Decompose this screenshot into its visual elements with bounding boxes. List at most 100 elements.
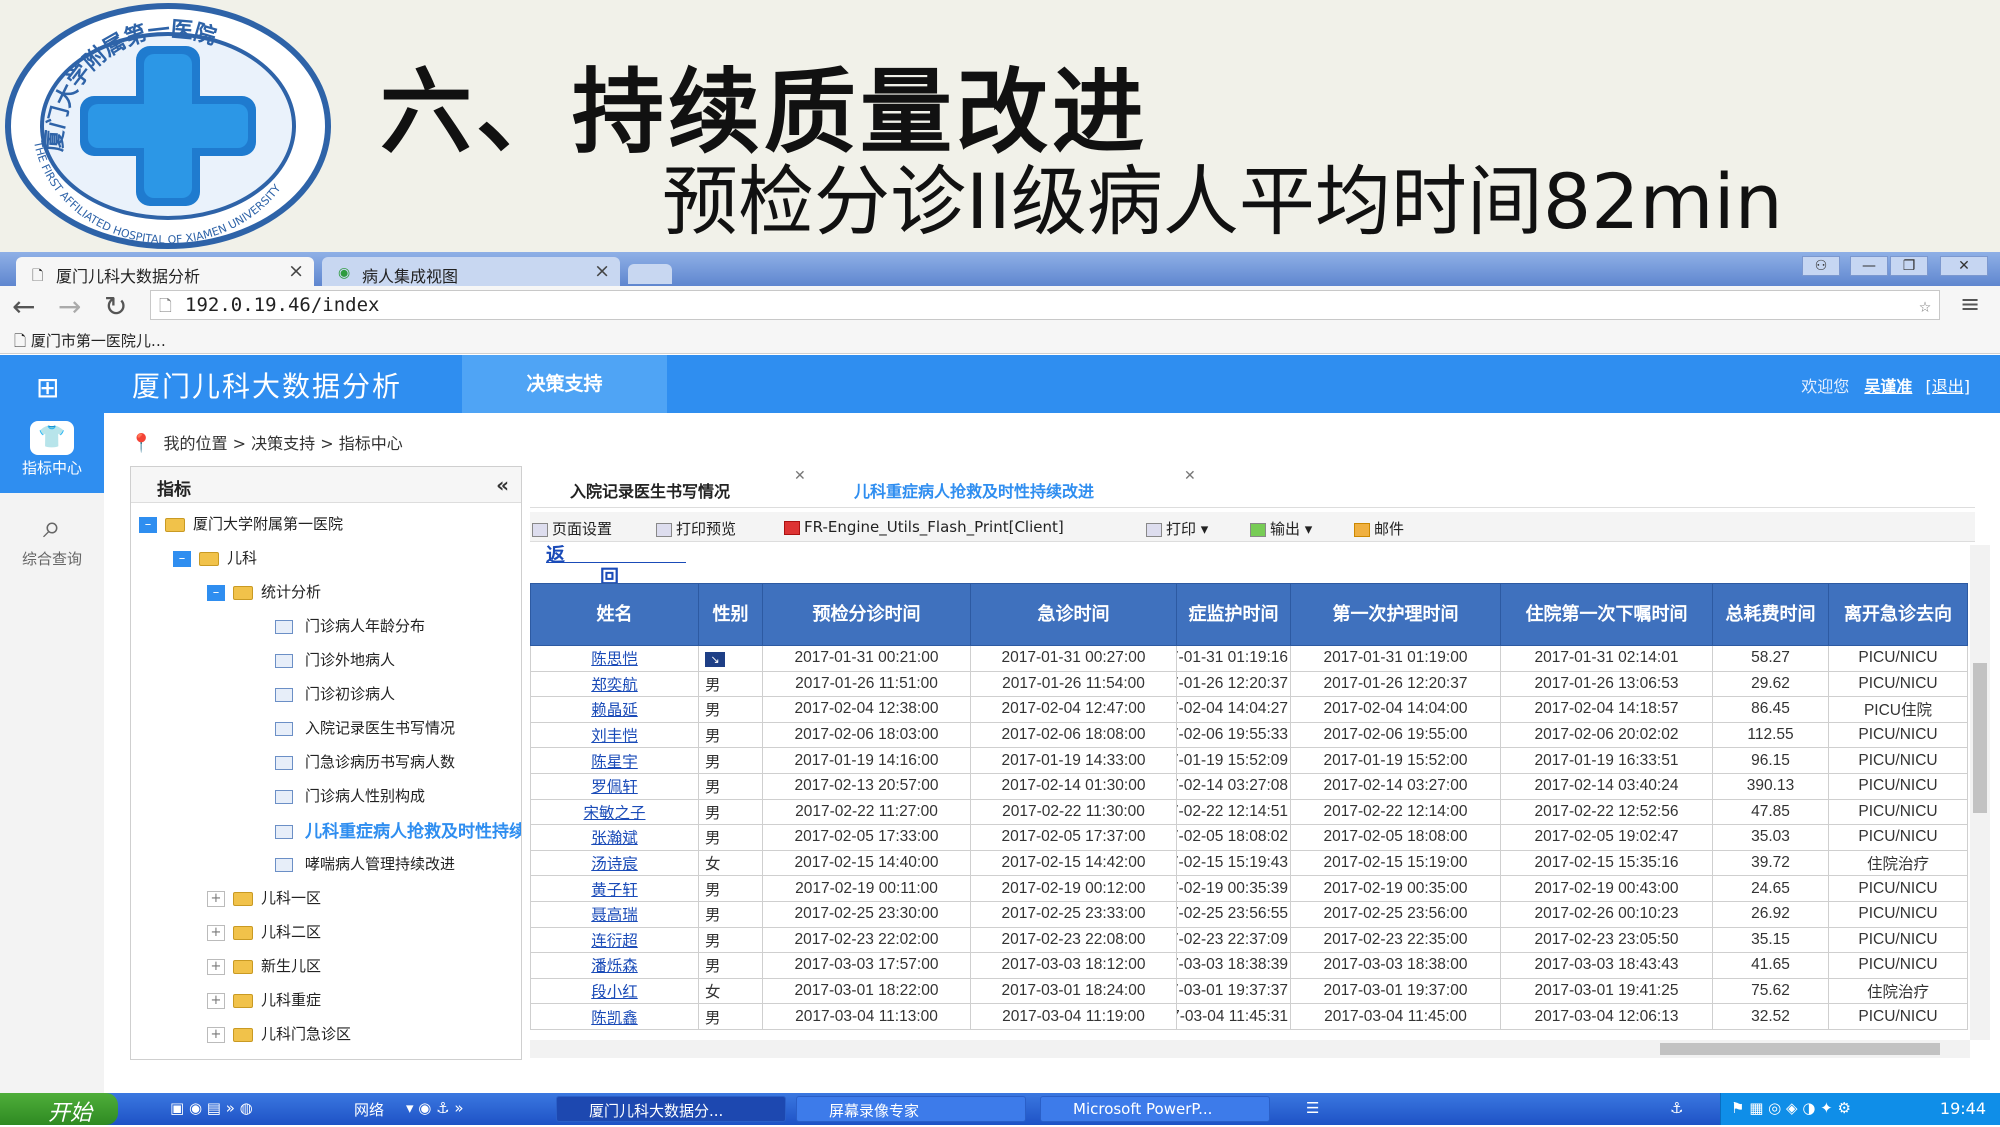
tree-node[interactable]: + 儿科重症 bbox=[207, 989, 321, 1015]
breadcrumb-item[interactable]: 决策支持 bbox=[251, 434, 315, 453]
export-button[interactable]: 输出 ▾ bbox=[1250, 518, 1312, 539]
scroll-thumb[interactable] bbox=[1973, 663, 1987, 813]
tree-leaf[interactable]: 哮喘病人管理持续改进 bbox=[275, 853, 455, 879]
tree-node-label: 门诊初诊病人 bbox=[305, 685, 396, 703]
browser-tab[interactable]: ◉ 病人集成视图 × bbox=[322, 257, 620, 286]
tree-node[interactable]: – 儿科 bbox=[173, 547, 257, 573]
minus-icon[interactable]: – bbox=[173, 550, 191, 567]
quicklaunch-icons[interactable]: ▣ ◉ ▤ » ◍ bbox=[170, 1099, 253, 1117]
logout-link[interactable]: [退出] bbox=[1926, 377, 1971, 396]
star-icon[interactable]: ☆ bbox=[1919, 293, 1931, 317]
nav-comprehensive-query[interactable]: ⌕ 综合查询 bbox=[0, 499, 104, 579]
table-row: 陈凯鑫 男 2017-03-04 11:13:00 2017-03-04 11:19:… bbox=[530, 1003, 1968, 1030]
task-button[interactable]: 屏幕录像专家 bbox=[796, 1096, 1026, 1122]
patient-name-link[interactable]: 陈凯鑫 bbox=[530, 1003, 699, 1030]
patient-name-link[interactable]: 刘丰恺 bbox=[530, 721, 699, 749]
plus-icon[interactable]: + bbox=[207, 1026, 225, 1043]
plus-icon[interactable]: + bbox=[207, 924, 225, 941]
start-button[interactable]: 开始 bbox=[0, 1093, 118, 1126]
tree-node[interactable]: – 统计分析 bbox=[207, 581, 321, 607]
table-cell: 26.92 bbox=[1712, 900, 1829, 928]
patient-name-link[interactable]: 罗佩轩 bbox=[530, 772, 699, 800]
bookmark-item[interactable]: 厦门市第一医院儿… bbox=[31, 332, 166, 350]
user-icon[interactable]: ⚇ bbox=[1802, 256, 1840, 276]
patient-name-link[interactable]: 赖晶延 bbox=[530, 696, 699, 723]
report-tab[interactable]: 入院记录医生书写情况 ✕ bbox=[570, 468, 806, 502]
task-button[interactable]: Microsoft PowerP... bbox=[1040, 1096, 1270, 1122]
tab-decision-support[interactable]: 决策支持 bbox=[462, 355, 667, 413]
scroll-thumb[interactable] bbox=[1660, 1043, 1940, 1055]
close-icon[interactable]: × bbox=[288, 260, 304, 282]
tree-leaf[interactable]: 入院记录医生书写情况 bbox=[275, 717, 455, 743]
print-preview-button[interactable]: 打印预览 bbox=[656, 518, 736, 539]
close-icon[interactable]: ✕ bbox=[794, 468, 806, 484]
tray-icons[interactable]: ▾ ◉ ⚓ » bbox=[406, 1099, 464, 1117]
plus-icon[interactable]: + bbox=[207, 958, 225, 975]
nav-indicator-center[interactable]: 👕 指标中心 bbox=[0, 413, 104, 493]
mail-button[interactable]: 邮件 bbox=[1354, 518, 1404, 539]
minus-icon[interactable]: – bbox=[207, 584, 225, 601]
patient-name-link[interactable]: 郑奕航 bbox=[530, 670, 699, 698]
tray-icons[interactable]: ⚑ ▦ ◎ ◈ ◑ ✦ ⚙ bbox=[1731, 1099, 1851, 1117]
tree-leaf[interactable]: 门急诊病历书写病人数 bbox=[275, 751, 455, 777]
minimize-button[interactable]: — bbox=[1850, 256, 1888, 276]
user-link[interactable]: 吴谨准 bbox=[1864, 377, 1912, 396]
plus-icon[interactable]: + bbox=[207, 890, 225, 907]
flash-print-button[interactable]: FR-Engine_Utils_Flash_Print[Client] bbox=[784, 518, 1064, 536]
tree-leaf[interactable]: 门诊病人年龄分布 bbox=[275, 615, 425, 641]
back-arrow-icon[interactable]: ← bbox=[12, 290, 35, 323]
table-cell: 2017-03-01 19:37:37 bbox=[1176, 977, 1291, 1005]
close-icon[interactable]: ✕ bbox=[1184, 468, 1196, 484]
page-setup-button[interactable]: 页面设置 bbox=[532, 518, 612, 539]
patient-name-link[interactable]: 段小红 bbox=[530, 977, 699, 1005]
patient-name-link[interactable]: 聂高瑞 bbox=[530, 900, 699, 928]
tree-node[interactable]: + 儿科一区 bbox=[207, 887, 321, 913]
cell-text: 2017-02-19 00:35:39 bbox=[1178, 879, 1289, 897]
tree-leaf-selected[interactable]: 儿科重症病人抢救及时性持续改进 bbox=[275, 817, 521, 843]
cell-text: PICU住院 bbox=[1863, 702, 1933, 720]
collapse-icon[interactable]: « bbox=[496, 473, 509, 497]
patient-name-link[interactable]: 宋敏之子 bbox=[530, 798, 699, 826]
report-tab-active[interactable]: 儿科重症病人抢救及时性持续改进 ✕ bbox=[854, 468, 1196, 502]
patient-name-link[interactable]: 陈星宇 bbox=[530, 747, 699, 774]
language-bar-icon[interactable]: ☰ bbox=[1306, 1099, 1319, 1117]
plus-icon[interactable]: + bbox=[207, 992, 225, 1009]
task-button[interactable]: 厦门儿科大数据分... bbox=[556, 1096, 786, 1122]
print-button[interactable]: 打印 ▾ bbox=[1146, 518, 1208, 539]
cell-text: 2017-01-31 02:14:01 bbox=[1534, 649, 1679, 667]
close-icon[interactable]: × bbox=[594, 260, 610, 282]
minus-icon[interactable]: – bbox=[139, 516, 157, 533]
patient-name-link[interactable]: 张瀚斌 bbox=[530, 824, 699, 851]
vertical-scrollbar[interactable] bbox=[1970, 545, 1990, 1040]
tree-node[interactable]: – 厦门大学附属第一医院 bbox=[139, 513, 343, 539]
reload-icon[interactable]: ↻ bbox=[104, 290, 127, 323]
gender-cell: 男 bbox=[698, 1003, 763, 1030]
anchor-icon[interactable]: ⚓ bbox=[1670, 1099, 1683, 1117]
task-label: Microsoft PowerP... bbox=[1073, 1100, 1213, 1118]
patient-name-link[interactable]: 黄子轩 bbox=[530, 875, 699, 902]
patient-name-link[interactable]: 连衍超 bbox=[530, 926, 699, 954]
tree-node[interactable]: + 新生儿区 bbox=[207, 955, 321, 981]
restore-button[interactable]: ❐ bbox=[1890, 256, 1928, 276]
tree-leaf[interactable]: 门诊初诊病人 bbox=[275, 683, 395, 709]
network-label[interactable]: 网络 bbox=[354, 1099, 384, 1120]
patient-name-link[interactable]: 潘烁森 bbox=[530, 952, 699, 979]
table-cell: 2017-02-26 00:10:23 bbox=[1500, 900, 1713, 928]
patient-name-link[interactable]: 汤诗宸 bbox=[530, 849, 699, 877]
tree-node[interactable]: + 儿科二区 bbox=[207, 921, 321, 947]
grid-icon[interactable]: ⊞ bbox=[36, 371, 59, 404]
forward-arrow-icon[interactable]: → bbox=[58, 290, 81, 323]
breadcrumb-item[interactable]: 指标中心 bbox=[339, 434, 403, 453]
menu-icon[interactable]: ≡ bbox=[1960, 290, 1980, 318]
horizontal-scrollbar[interactable] bbox=[530, 1040, 1970, 1058]
patient-name-link[interactable]: 陈思恺 bbox=[530, 645, 699, 672]
export-icon bbox=[1250, 522, 1266, 537]
tree-node[interactable]: + 儿科门急诊区 bbox=[207, 1023, 351, 1049]
window-close-button[interactable]: ✕ bbox=[1940, 256, 1988, 276]
tree-leaf[interactable]: 门诊病人性别构成 bbox=[275, 785, 425, 811]
tree-leaf[interactable]: 门诊外地病人 bbox=[275, 649, 395, 675]
new-tab-button[interactable] bbox=[628, 264, 672, 284]
browser-tab-active[interactable]: 🗋 厦门儿科大数据分析 × bbox=[16, 257, 314, 286]
url-input[interactable]: 🗋 192.0.19.46/index ☆ bbox=[150, 290, 1940, 320]
gender-icon: ↘ bbox=[705, 652, 725, 668]
